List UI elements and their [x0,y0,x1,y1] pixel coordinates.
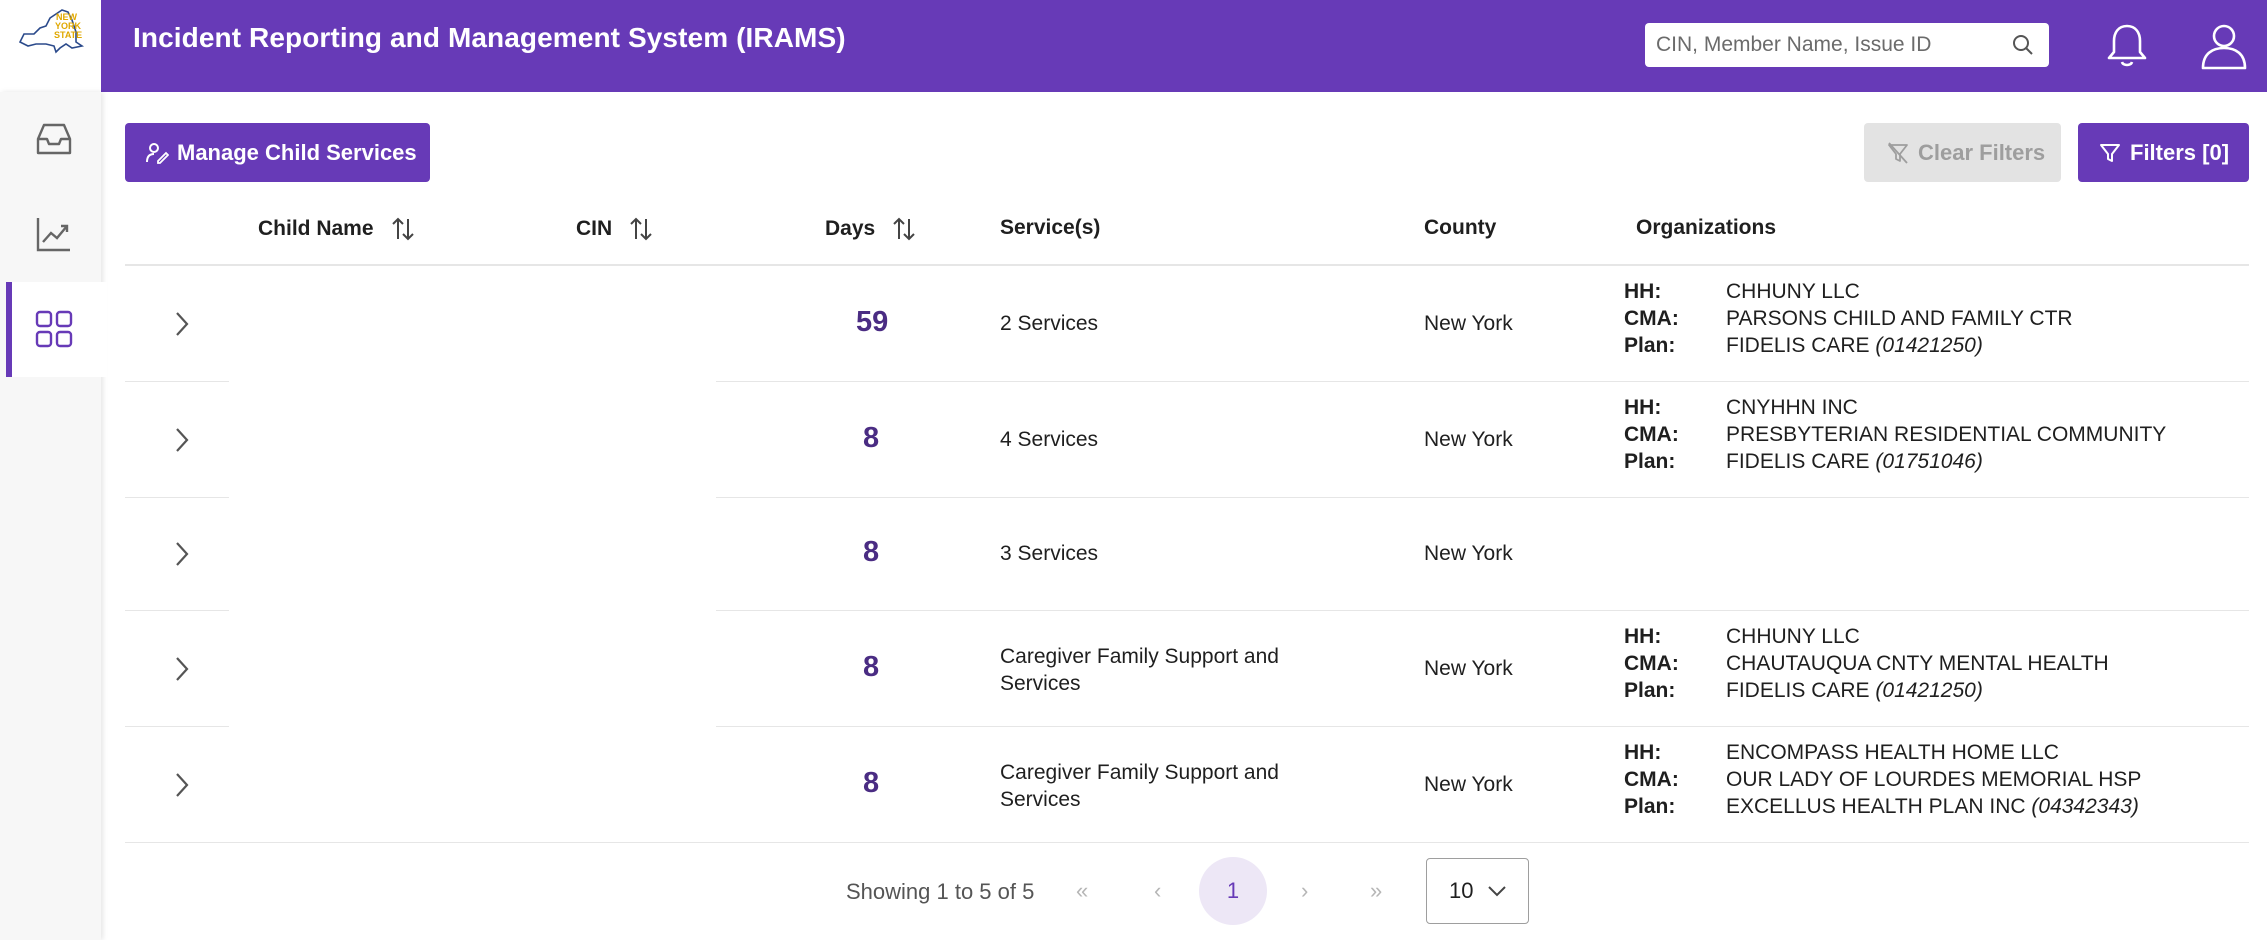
clear-filters-label: Clear Filters [1918,139,2046,165]
county-cell: New York [1424,657,1513,680]
search-input[interactable] [1645,23,2006,67]
services-cell: 4 Services [1000,428,1099,451]
pagination-summary: Showing 1 to 5 of 5 [846,879,1035,904]
inbox-icon [36,123,72,155]
table-row[interactable]: 59 2 Services New York HH: CHHUNY LLC CMA… [0,266,2267,381]
bell-icon[interactable] [2102,20,2152,70]
days-value: 59 [856,306,889,338]
search-icon[interactable] [2011,33,2035,57]
county-cell: New York [1424,542,1513,565]
page-1-button[interactable]: 1 [1199,857,1267,925]
chart-line-icon [36,218,70,252]
days-value: 8 [863,767,880,799]
sort-icon[interactable] [390,216,416,242]
days-value: 8 [863,536,880,568]
organizations-cell: HH: CHHUNY LLC CMA: CHAUTAUQUA CNTY MENTAL… [1624,625,2109,702]
table-row[interactable]: 8 Caregiver Family Support and Services … [0,611,2267,726]
organizations-cell: HH: ENCOMPASS HEALTH HOME LLC CMA: OUR LAD… [1624,741,2142,818]
table-row[interactable]: 8 4 Services New York HH: CNYHHN INC CMA:… [0,382,2267,497]
sort-icon[interactable] [891,216,917,242]
app-title: Incident Reporting and Management System… [133,22,846,53]
filters-label: Filters [0] [2130,139,2230,165]
page-size-select[interactable]: 10 [1426,858,1529,924]
column-header-child-name[interactable]: Child Name [258,216,416,242]
table-bottom-divider [125,842,2249,843]
days-value: 8 [863,422,880,454]
column-header-days[interactable]: Days [825,216,917,242]
clear-filters-button[interactable]: Clear Filters [1864,123,2061,182]
table-row[interactable]: 8 Caregiver Family Support and Services … [0,727,2267,842]
filter-icon [2100,143,2120,162]
chevron-right-icon[interactable] [174,310,190,338]
global-search[interactable] [1645,23,2049,67]
manage-child-services-label: Manage Child Services [177,139,417,165]
chevron-right-icon[interactable] [174,426,190,454]
nys-logo[interactable]: NEW YORK STATE [0,0,101,92]
app-header: NEW YORK STATE Incident Reporting and Ma… [0,0,2267,92]
county-cell: New York [1424,312,1513,335]
chevron-down-icon [1488,886,1507,897]
last-page-button[interactable]: » [1370,878,1382,904]
logo-text-state: STATE [54,30,82,40]
organizations-cell: HH: CNYHHN INC CMA: PRESBYTERIAN RESIDENTI… [1624,396,2167,473]
sort-icon[interactable] [628,216,654,242]
filter-off-icon [1888,141,1908,164]
chevron-right-icon[interactable] [174,771,190,799]
next-page-button[interactable]: › [1301,878,1308,904]
services-cell: 3 Services [1000,542,1099,565]
new-york-state-map-icon: NEW YORK STATE [18,9,85,54]
days-value: 8 [863,651,880,683]
county-cell: New York [1424,428,1513,451]
chevron-right-icon[interactable] [174,655,190,683]
previous-page-button[interactable]: ‹ [1154,878,1161,904]
sidebar-item-inbox[interactable] [6,92,101,187]
column-header-cin[interactable]: CIN [576,216,654,242]
organizations-cell: HH: CHHUNY LLC CMA: PARSONS CHILD AND FAMI… [1624,280,2073,357]
county-cell: New York [1424,773,1513,796]
table-row[interactable]: 8 3 Services New York [0,498,2267,610]
column-header-services: Service(s) [1000,216,1101,239]
column-header-county: County [1424,216,1497,239]
page-size-value: 10 [1449,878,1474,903]
services-cell: Caregiver Family Support and Services [1000,761,1279,811]
chevron-right-icon[interactable] [174,540,190,568]
manage-child-services-button[interactable]: Manage Child Services [125,123,430,182]
column-header-organizations: Organizations [1636,216,1777,239]
services-cell: Caregiver Family Support and Services [1000,645,1279,695]
first-page-button[interactable]: « [1076,878,1088,904]
filters-button[interactable]: Filters [0] [2078,123,2249,182]
user-icon[interactable] [2198,20,2250,72]
user-edit-icon [146,142,169,164]
services-cell: 2 Services [1000,312,1099,335]
